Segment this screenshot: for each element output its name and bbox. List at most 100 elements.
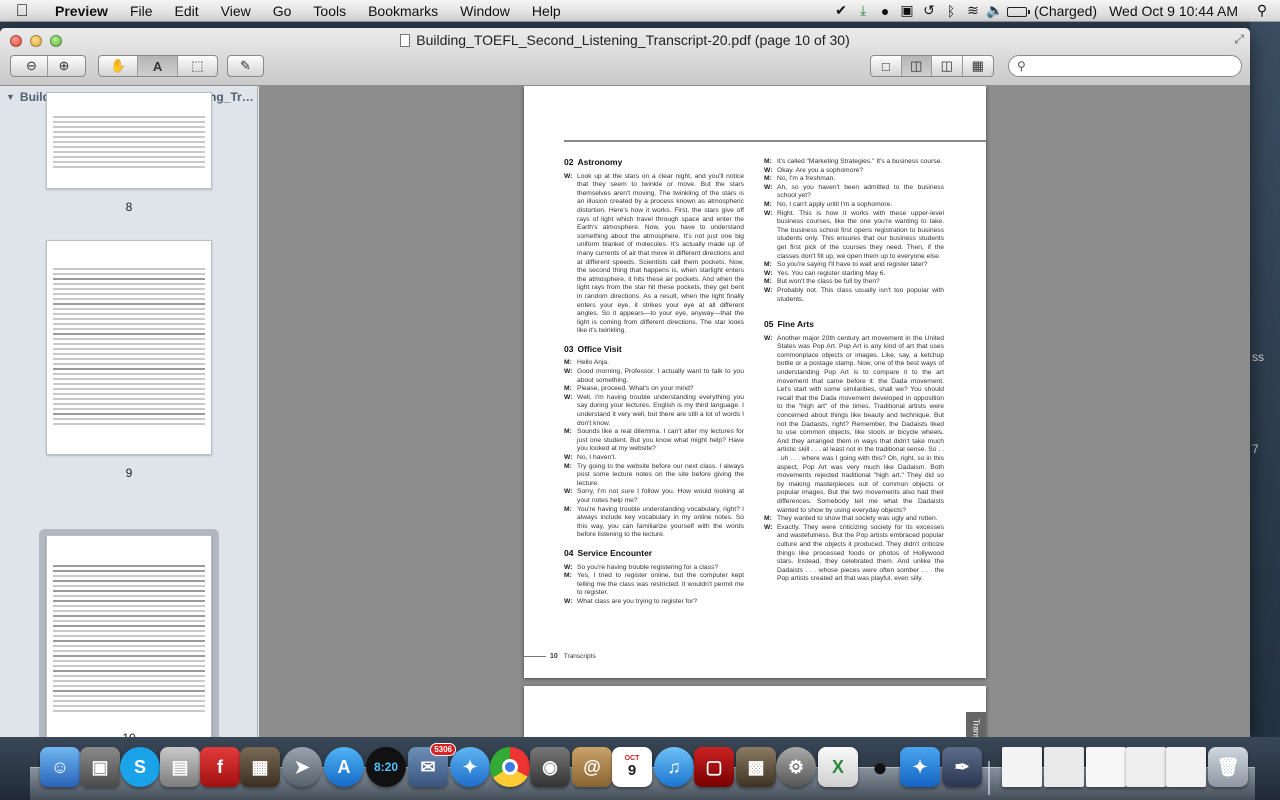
system-preferences-icon[interactable]: ⚙: [776, 747, 816, 787]
transcript-text: Sounds like a real dilemma. I can't alte…: [577, 428, 744, 453]
transcript-text: You're having trouble understanding voca…: [577, 505, 744, 539]
status-area: ✔ ⤓ ● ▣ ↺ ᛒ ≋ 🔈 (Charged) Wed Oct 9 10:4…: [830, 0, 1280, 22]
scanner-icon[interactable]: ▤: [160, 747, 200, 787]
spotlight-icon[interactable]: ⚲: [1244, 2, 1280, 19]
zoom-out-icon[interactable]: ⊖: [16, 56, 48, 76]
chrome-icon[interactable]: [490, 747, 530, 787]
download-icon[interactable]: ⤓: [852, 2, 874, 19]
astronomy-transcript: W: Look up at the stars on a clear night,…: [564, 173, 744, 336]
trash-icon[interactable]: 🗑: [1208, 747, 1248, 787]
dashboard-clock-icon[interactable]: 8:20: [366, 747, 406, 787]
itunes-icon[interactable]: ♫: [654, 747, 694, 787]
launchpad-icon[interactable]: ➤: [282, 747, 322, 787]
minimized-window-icon[interactable]: [1126, 747, 1166, 787]
menu-app-name[interactable]: Preview: [44, 3, 119, 19]
facetime-icon[interactable]: ◉: [530, 747, 570, 787]
menu-view[interactable]: View: [210, 3, 262, 19]
speaker-label: W:: [564, 393, 573, 401]
contact-sheet-icon[interactable]: ▦: [963, 56, 993, 76]
transcript-line: W: Right. This is how it works with these…: [764, 210, 944, 262]
transcript-line: W: Sorry, I'm not sure I follow you. How …: [564, 488, 744, 505]
search-field[interactable]: ⚲: [1008, 55, 1242, 77]
content-only-icon[interactable]: □: [871, 56, 902, 76]
document-viewer[interactable]: 02 Astronomy W: Look up at the stars on a …: [259, 86, 1250, 737]
minimized-window-icon[interactable]: [1044, 747, 1084, 787]
penguin-icon[interactable]: ●: [874, 3, 896, 19]
photo-booth-icon[interactable]: ▢: [694, 747, 734, 787]
wifi-icon[interactable]: ≋: [962, 2, 984, 19]
transcript-text: But won't the class be full by then?: [777, 278, 880, 286]
stickies-icon[interactable]: ▦: [240, 747, 280, 787]
fullscreen-icon[interactable]: ⤢: [1234, 32, 1244, 47]
search-input[interactable]: [1031, 59, 1222, 73]
mail-icon[interactable]: ✉ 5306: [408, 743, 456, 787]
volume-icon[interactable]: 🔈: [984, 2, 1006, 19]
minimized-window-icon[interactable]: [1002, 747, 1042, 787]
toc-view-icon[interactable]: ◫: [932, 56, 963, 76]
calendar-icon[interactable]: OCT 9: [612, 747, 652, 787]
transcript-line: W: Okay. Are you a sophomore?: [764, 167, 944, 176]
dock: ☺ ▣ S ▤ f ▦ ➤ A 8:20 ✉ 5306 ✦ ◉ @ OCT 9 ♫ …: [0, 737, 1280, 800]
document-icon: [400, 34, 411, 47]
transcript-line: M: Hello Anja.: [564, 359, 744, 368]
service-encounter-continued: M: It's called "Marketing Strategies." It…: [764, 158, 944, 304]
flash-icon[interactable]: f: [200, 747, 240, 787]
safari-icon[interactable]: ✦: [450, 747, 490, 787]
disclosure-triangle-icon[interactable]: ▼: [6, 92, 15, 102]
page-thumbnail-10[interactable]: [46, 535, 212, 737]
header-rule: [564, 140, 986, 142]
pdf-page-10: 02 Astronomy W: Look up at the stars on a …: [524, 86, 986, 678]
checkmark-icon[interactable]: ✔: [830, 2, 852, 19]
section-heading-05: 05 Fine Arts: [764, 319, 814, 330]
speaker-label: M:: [564, 505, 572, 513]
page-thumbnail-9[interactable]: [46, 240, 212, 455]
hand-tool-icon[interactable]: ✋: [99, 56, 139, 76]
annotate-pencil-icon[interactable]: ✎: [227, 55, 264, 77]
battery-icon[interactable]: [1006, 3, 1031, 19]
text-select-icon[interactable]: A: [138, 56, 178, 76]
thumbnails-view-icon[interactable]: ◫: [901, 56, 932, 76]
transcript-line: W: No, I haven't.: [564, 454, 744, 463]
menu-edit[interactable]: Edit: [164, 3, 210, 19]
desktop-text-fragment: 7: [1252, 442, 1259, 456]
office-icon[interactable]: X: [818, 747, 858, 787]
apple-menu-icon[interactable]: : [0, 1, 44, 21]
zoom-in-icon[interactable]: ⊕: [48, 56, 80, 76]
menu-go[interactable]: Go: [262, 3, 303, 19]
script-editor-icon[interactable]: ✒: [942, 747, 982, 787]
time-machine-icon[interactable]: ↺: [918, 2, 940, 19]
bluetooth-icon[interactable]: ᛒ: [940, 3, 962, 19]
email-client-icon[interactable]: ✦: [900, 747, 940, 787]
app-store-icon[interactable]: A: [324, 747, 364, 787]
clock[interactable]: Wed Oct 9 10:44 AM: [1103, 3, 1244, 19]
skype-icon[interactable]: S: [120, 747, 160, 787]
finder-icon[interactable]: ☺: [40, 747, 80, 787]
menu-help[interactable]: Help: [521, 3, 572, 19]
transcript-text: Good morning, Professor. I actually want…: [577, 368, 744, 384]
rect-select-icon[interactable]: ⬚: [178, 56, 217, 76]
minimized-window-icon[interactable]: [1086, 747, 1126, 787]
menu-window[interactable]: Window: [449, 3, 521, 19]
window-title: Building_TOEFL_Second_Listening_Transcri…: [0, 32, 1250, 48]
iphoto-icon[interactable]: ▩: [736, 747, 776, 787]
qq-icon[interactable]: ●: [860, 747, 900, 787]
transcript-text: Okay. Are you a sophomore?: [777, 166, 864, 174]
pdf-page-11: Trans: [524, 686, 986, 737]
page-thumbnail-8[interactable]: [46, 92, 212, 189]
speaker-label: M:: [764, 261, 772, 269]
menu-bookmarks[interactable]: Bookmarks: [357, 3, 449, 19]
transcript-text: So you're having trouble registering for…: [577, 563, 719, 571]
contacts-icon[interactable]: @: [572, 747, 612, 787]
speaker-label: W:: [564, 172, 573, 180]
dock-separator: [988, 761, 990, 795]
speaker-label: W:: [764, 209, 773, 217]
menu-tools[interactable]: Tools: [302, 3, 357, 19]
menu-file[interactable]: File: [119, 3, 164, 19]
transcript-text: No, I haven't.: [577, 454, 617, 461]
calendar-day: 9: [627, 762, 637, 779]
camera-icon[interactable]: ▣: [896, 2, 918, 19]
preview-app-icon[interactable]: ▣: [80, 747, 120, 787]
minimized-window-icon[interactable]: [1166, 747, 1206, 787]
speaker-label: W:: [764, 166, 773, 174]
battery-status[interactable]: (Charged): [1028, 3, 1103, 19]
